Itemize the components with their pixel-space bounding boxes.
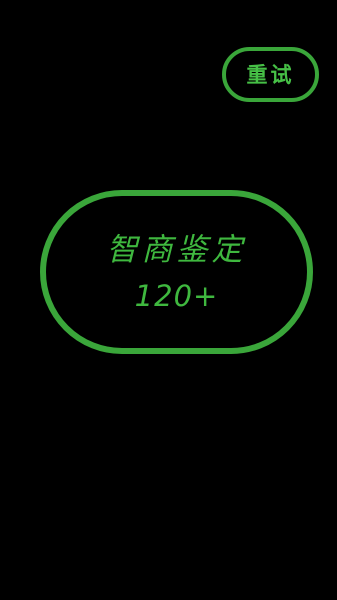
- result-title: 智商鉴定: [106, 232, 247, 268]
- retry-button[interactable]: 重试: [222, 47, 319, 102]
- result-score: 120+: [134, 279, 219, 313]
- retry-button-label: 重试: [246, 62, 295, 87]
- game-screen: 重试 智商鉴定 120+: [0, 0, 337, 600]
- result-panel: 智商鉴定 120+: [40, 190, 313, 354]
